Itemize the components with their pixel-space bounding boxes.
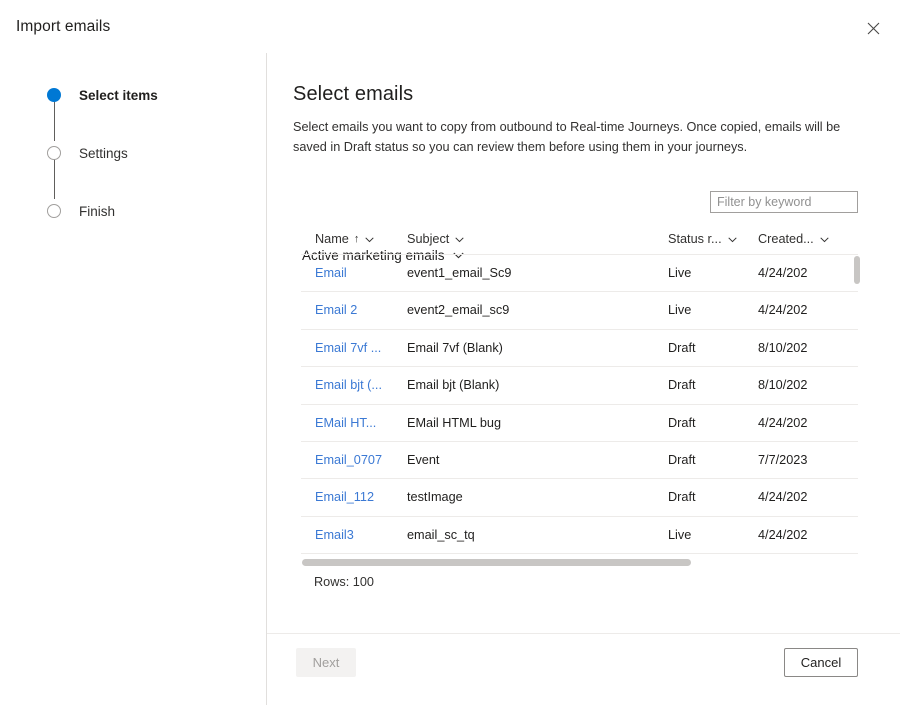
chevron-down-icon xyxy=(365,232,374,246)
row-status: Draft xyxy=(668,415,696,430)
row-created-on: 4/24/202 xyxy=(758,266,808,280)
row-status: Draft xyxy=(668,490,696,505)
dialog-header: Import emails xyxy=(0,0,900,53)
table-row[interactable]: Email_0707 Event Draft 7/7/2023 xyxy=(301,441,858,480)
next-button[interactable]: Next xyxy=(296,648,356,677)
row-created-on: 4/24/202 xyxy=(758,303,808,318)
cancel-button[interactable]: Cancel xyxy=(784,648,858,677)
table-row[interactable]: Email 2 event2_email_sc9 Live 4/24/202 xyxy=(301,292,858,330)
wizard-step-settings[interactable]: Settings xyxy=(47,145,128,161)
wizard-step-label: Select items xyxy=(79,87,158,103)
table-header-row: Name ↑ Subject Status r... Created... xyxy=(301,225,858,255)
row-name-link[interactable]: Email bjt (... xyxy=(315,378,382,392)
table-row[interactable]: Email3 email_sc_tq Live 4/24/202 xyxy=(301,516,858,555)
row-created-on: 4/24/202 xyxy=(758,415,808,430)
row-status: Draft xyxy=(668,378,696,393)
column-header-status-reason[interactable]: Status r... xyxy=(668,232,737,246)
row-subject: event2_email_sc9 xyxy=(407,303,510,318)
column-header-label: Created... xyxy=(758,232,814,246)
row-name-link[interactable]: Email_112 xyxy=(315,490,374,504)
wizard-step-label: Finish xyxy=(79,203,116,219)
table-row[interactable]: Email_112 testImage Draft 4/24/202 xyxy=(301,479,858,517)
row-name-link[interactable]: Email_0707 xyxy=(315,453,382,467)
close-icon xyxy=(867,22,880,35)
column-header-label: Status r... xyxy=(668,232,722,246)
table-row[interactable]: Email bjt (... Email bjt (Blank) Draft 8… xyxy=(301,367,858,405)
row-subject: event1_email_Sc9 xyxy=(407,266,512,280)
row-subject: EMail HTML bug xyxy=(407,415,502,430)
scrollbar-thumb[interactable] xyxy=(854,256,860,284)
row-subject: Event xyxy=(407,452,440,467)
chevron-down-icon xyxy=(820,232,829,246)
step-marker-empty-icon xyxy=(47,204,61,218)
sort-ascending-icon: ↑ xyxy=(353,233,360,245)
step-marker-filled-icon xyxy=(47,88,61,102)
row-name-link[interactable]: Email 2 xyxy=(315,303,357,317)
search-input[interactable] xyxy=(710,191,858,213)
table-row[interactable]: EMail HT... EMail HTML bug Draft 4/24/20… xyxy=(301,404,858,442)
row-name-link[interactable]: Email3 xyxy=(315,528,354,542)
close-button[interactable] xyxy=(856,12,890,44)
step-marker-empty-icon xyxy=(47,146,61,160)
wizard-step-label: Settings xyxy=(79,145,128,161)
dialog-footer: Next Cancel xyxy=(267,633,900,705)
row-status: Live xyxy=(668,303,692,318)
wizard-step-select-items[interactable]: Select items xyxy=(47,87,158,103)
chevron-down-icon xyxy=(727,232,737,246)
row-subject: testImage xyxy=(407,490,463,505)
column-header-name[interactable]: Name ↑ xyxy=(315,232,374,246)
column-header-label: Subject xyxy=(407,232,450,246)
page-description: Select emails you want to copy from outb… xyxy=(293,120,841,154)
row-created-on: 4/24/202 xyxy=(758,527,808,542)
step-connector-2 xyxy=(53,159,55,199)
row-created-on: 8/10/202 xyxy=(758,378,808,393)
wizard-step-finish[interactable]: Finish xyxy=(47,203,115,219)
row-subject: email_sc_tq xyxy=(407,527,475,542)
row-name-link[interactable]: EMail HT... xyxy=(315,416,376,430)
row-created-on: 4/24/202 xyxy=(758,490,808,505)
table-horizontal-scrollbar[interactable] xyxy=(302,556,858,568)
rows-count-label: Rows: 100 xyxy=(314,575,374,589)
step-connector-1 xyxy=(53,101,55,141)
row-subject: Email 7vf (Blank) xyxy=(407,340,503,355)
column-header-subject[interactable]: Subject xyxy=(407,232,464,246)
row-created-on: 7/7/2023 xyxy=(758,452,808,467)
wizard-rail: Select items Settings Finish xyxy=(0,53,266,705)
row-created-on: 8/10/202 xyxy=(758,340,808,355)
page-title: Select emails xyxy=(293,83,414,105)
row-status: Draft xyxy=(668,452,696,467)
table-vertical-scrollbar[interactable] xyxy=(853,256,860,526)
row-name-link[interactable]: Email 7vf ... xyxy=(315,341,381,355)
row-status: Live xyxy=(668,527,692,542)
row-status: Draft xyxy=(668,340,696,355)
main-panel: Select emails Select emails you want to … xyxy=(267,53,900,633)
emails-table: Name ↑ Subject Status r... Created... Em… xyxy=(301,225,860,566)
dialog-title: Import emails xyxy=(16,18,111,35)
scrollbar-thumb[interactable] xyxy=(302,559,691,566)
row-status: Live xyxy=(668,266,692,280)
column-header-label: Name xyxy=(315,232,349,246)
column-header-created-on[interactable]: Created... xyxy=(758,232,829,246)
row-name-link[interactable]: Email xyxy=(315,266,347,280)
chevron-down-icon xyxy=(455,232,464,246)
row-subject: Email bjt (Blank) xyxy=(407,378,500,393)
table-row[interactable]: Email event1_email_Sc9 Live 4/24/202 xyxy=(301,255,858,293)
table-row[interactable]: Email 7vf ... Email 7vf (Blank) Draft 8/… xyxy=(301,329,858,368)
